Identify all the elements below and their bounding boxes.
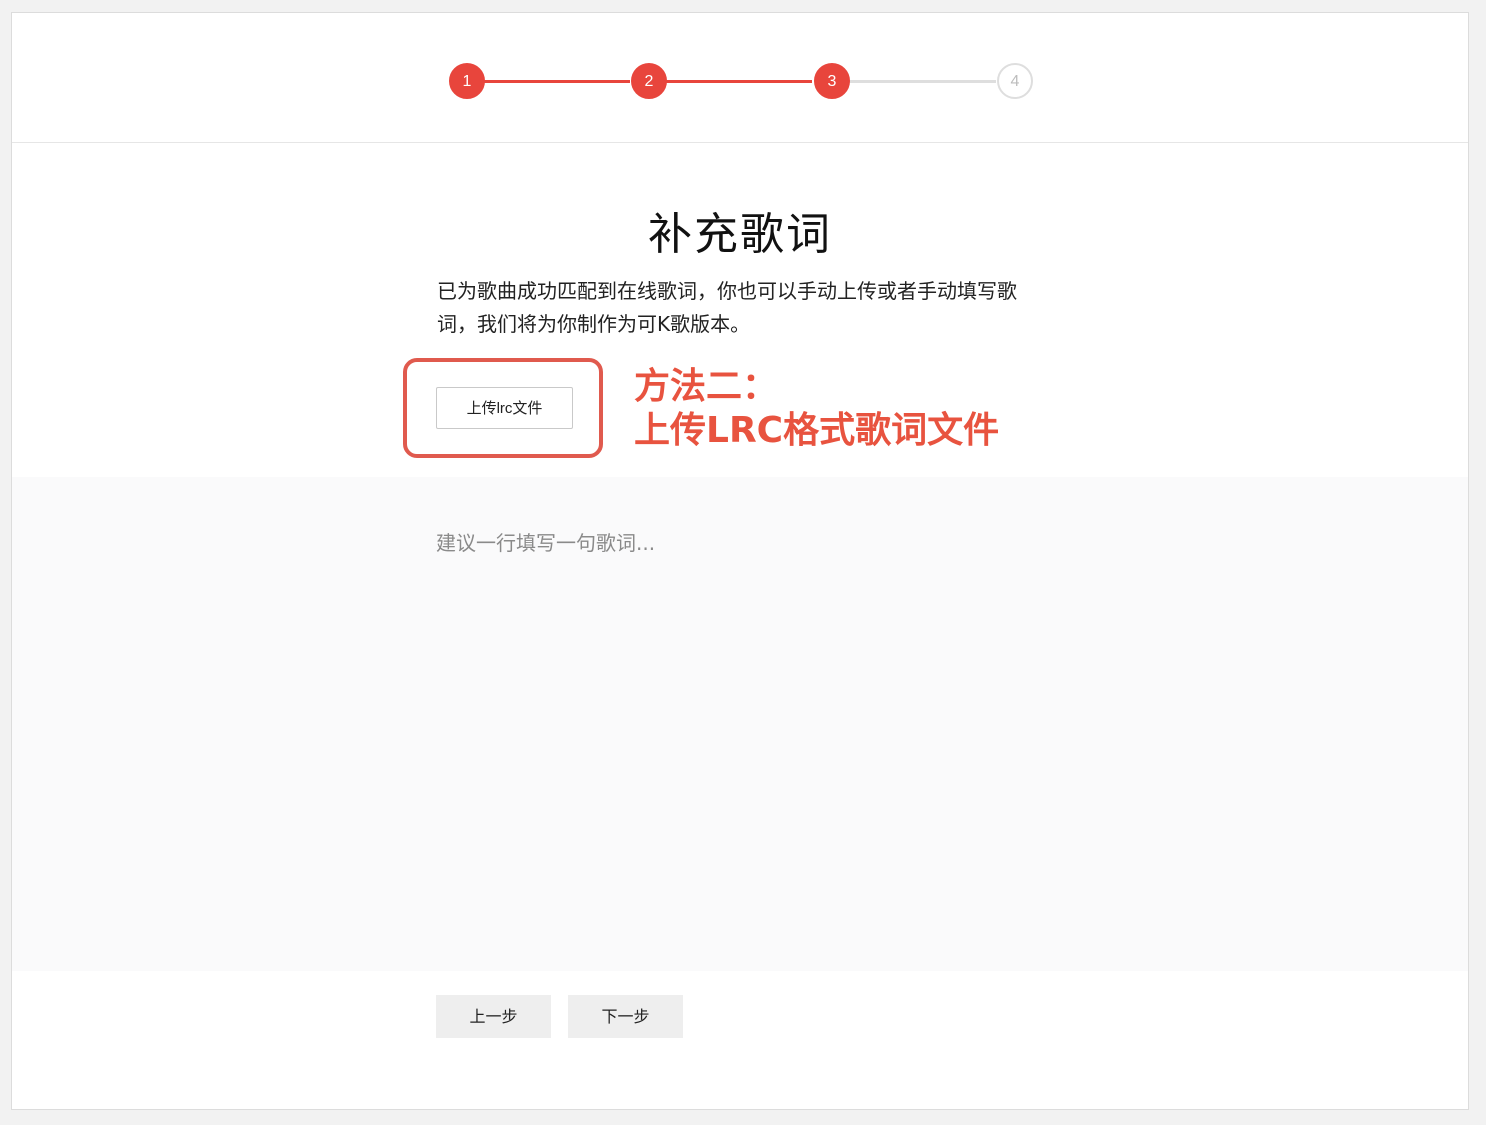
step-connector-3-4	[847, 80, 996, 83]
method-annotation: 方法二： 上传LRC格式歌词文件	[634, 365, 999, 453]
step-connector-1-2	[482, 80, 630, 83]
annotation-line-1: 方法二：	[634, 366, 779, 407]
next-step-button[interactable]: 下一步	[568, 995, 683, 1038]
progress-stepper: 1 2 3 4	[12, 13, 1468, 143]
step-2: 2	[631, 63, 667, 99]
annotation-line-2: 上传LRC格式歌词文件	[634, 410, 1000, 451]
step-connector-2-3	[664, 80, 812, 83]
main-panel: 1 2 3 4 补充歌词 已为歌曲成功匹配到在线歌词，你也可以手动上传或者手动填…	[11, 12, 1469, 1110]
step-4: 4	[997, 63, 1033, 99]
previous-step-button[interactable]: 上一步	[436, 995, 551, 1038]
page-description: 已为歌曲成功匹配到在线歌词，你也可以手动上传或者手动填写歌词，我们将为你制作为可…	[437, 279, 1017, 336]
lyrics-input[interactable]	[436, 527, 1056, 927]
step-1: 1	[449, 63, 485, 99]
lyrics-editor-area	[12, 477, 1468, 971]
page-title: 补充歌词	[648, 209, 832, 260]
upload-lrc-button[interactable]: 上传lrc文件	[436, 387, 573, 429]
step-3: 3	[814, 63, 850, 99]
